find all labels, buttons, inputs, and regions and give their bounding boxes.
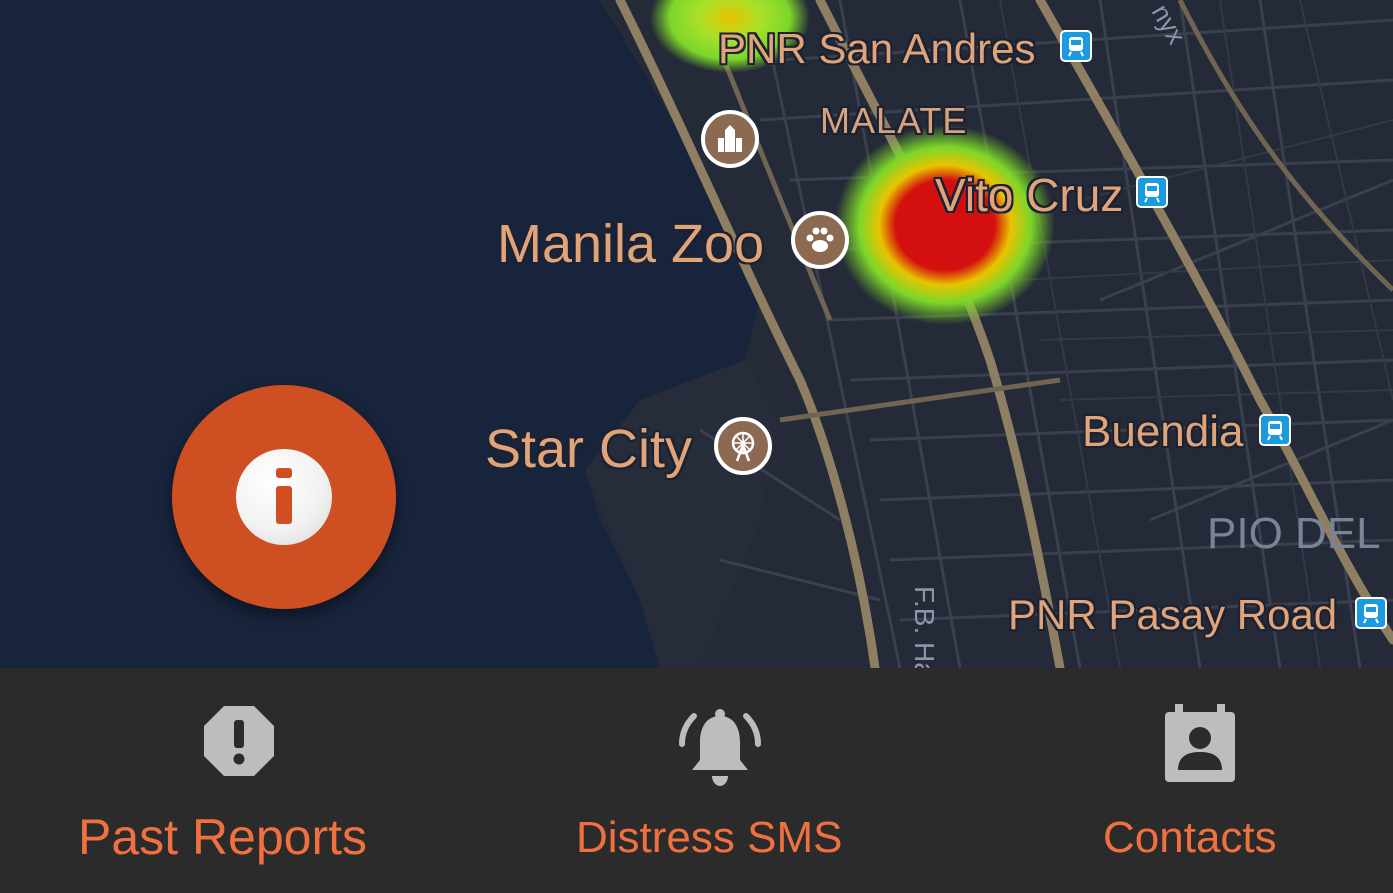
map-label-pnr-pasay-road: PNR Pasay Road	[1008, 591, 1338, 638]
info-button[interactable]	[172, 385, 396, 609]
nav-label-past-reports: Past Reports	[78, 809, 368, 865]
train-station-icon[interactable]	[1259, 414, 1291, 446]
nav-contacts[interactable]: Contacts	[960, 668, 1393, 893]
map-label-manila-zoo: Manila Zoo	[497, 214, 765, 274]
nav-past-reports[interactable]: Past Reports	[0, 668, 480, 893]
map-label-pio-del: PIO DEL	[1207, 509, 1381, 558]
info-icon	[236, 449, 332, 545]
ferris-wheel-icon[interactable]	[714, 417, 772, 475]
train-station-icon[interactable]	[1355, 597, 1387, 629]
contact-card-icon	[1163, 704, 1237, 789]
train-glyph	[1267, 421, 1283, 441]
app-screen: PNR San Andres MALATE Vito Cruz Manila Z…	[0, 0, 1393, 893]
info-glyph	[276, 468, 292, 524]
train-station-icon[interactable]	[1136, 176, 1168, 208]
train-glyph	[1144, 183, 1160, 203]
map-label-pnr-san-andres: PNR San Andres	[718, 25, 1036, 72]
paw-icon[interactable]	[791, 211, 849, 269]
map-label-buendia: Buendia	[1082, 407, 1244, 456]
map-label-malate: MALATE	[820, 100, 968, 141]
map-label-fb-harrison: F.B. Ha	[909, 586, 940, 668]
nav-label-contacts: Contacts	[1103, 813, 1277, 862]
church-glyph	[718, 125, 742, 152]
bottom-navigation-bar: Past Reports Distress SMS Contacts	[0, 668, 1393, 893]
report-icon	[202, 704, 276, 783]
map-label-star-city: Star City	[485, 419, 693, 479]
map-label-vito-cruz: Vito Cruz	[935, 169, 1124, 221]
train-glyph	[1068, 37, 1084, 57]
alarm-bell-icon	[678, 708, 762, 795]
church-icon[interactable]	[701, 110, 759, 168]
map-view[interactable]: PNR San Andres MALATE Vito Cruz Manila Z…	[0, 0, 1393, 668]
nav-distress-sms[interactable]: Distress SMS	[480, 668, 960, 893]
train-glyph	[1363, 604, 1379, 624]
paw-glyph	[806, 227, 834, 252]
nav-label-distress-sms: Distress SMS	[576, 813, 843, 862]
ferris-wheel-glyph	[731, 431, 755, 462]
train-station-icon[interactable]	[1060, 30, 1092, 62]
